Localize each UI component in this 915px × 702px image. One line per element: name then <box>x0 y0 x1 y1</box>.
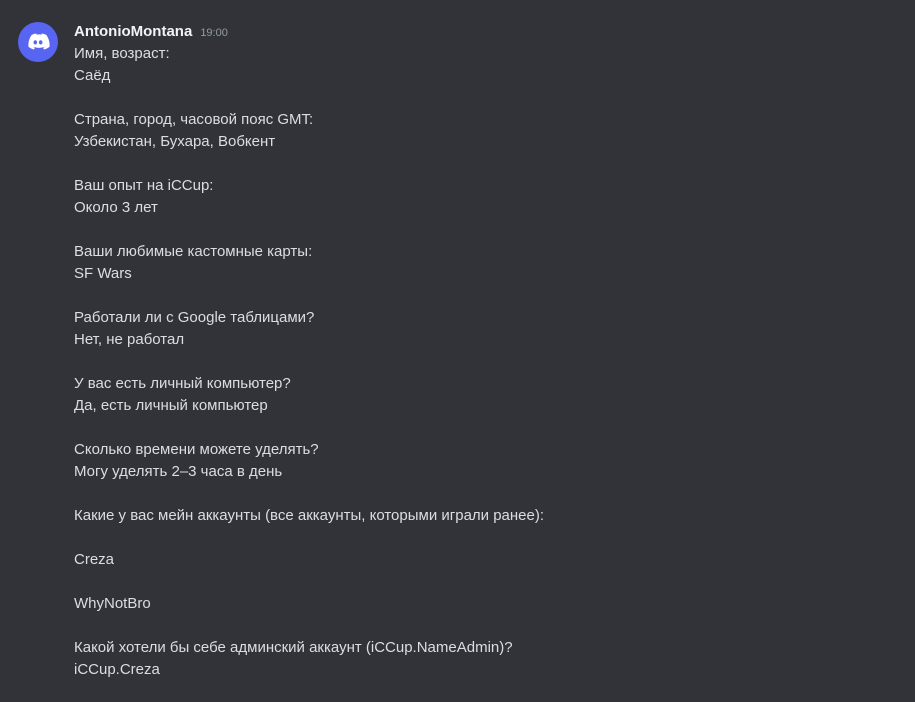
account-whynotbro: WhyNotBro <box>74 595 151 612</box>
timestamp[interactable]: 19:00 <box>200 23 228 43</box>
avatar[interactable] <box>18 22 58 62</box>
answer-admin-account: iCCup.Creza <box>74 661 160 678</box>
discord-logo-icon <box>28 33 50 50</box>
answer-experience: Около 3 лет <box>74 199 158 216</box>
question-experience: Ваш опыт на iCCup: <box>74 177 214 194</box>
question-computer: У вас есть личный компьютер? <box>74 375 291 392</box>
question-favorite-maps: Ваши любимые кастомные карты: <box>74 243 313 260</box>
chat-message: AntonioMontana 19:00 Имя, возраст: Саёд … <box>0 0 915 702</box>
answer-google-sheets: Нет, не работал <box>74 331 185 348</box>
answer-name-age: Саёд <box>74 67 111 84</box>
question-time: Сколько времени можете уделять? <box>74 441 319 458</box>
question-location: Страна, город, часовой пояс GMT: <box>74 111 314 128</box>
question-admin-account: Какой хотели бы себе админский аккаунт (… <box>74 639 513 656</box>
account-creza: Creza <box>74 551 115 568</box>
message-header: AntonioMontana 19:00 <box>74 22 228 42</box>
answer-location: Узбекистан, Бухара, Вобкент <box>74 133 276 150</box>
username[interactable]: AntonioMontana <box>74 22 192 42</box>
answer-computer: Да, есть личный компьютер <box>74 397 268 414</box>
answer-favorite-maps: SF Wars <box>74 265 132 282</box>
answer-time: Могу уделять 2–3 часа в день <box>74 463 283 480</box>
question-main-accounts: Какие у вас мейн аккаунты (все аккаунты,… <box>74 507 545 524</box>
question-name-age: Имя, возраст: <box>74 45 170 62</box>
message-content: Имя, возраст: Саёд Страна, город, часово… <box>74 43 894 681</box>
question-google-sheets: Работали ли с Google таблицами? <box>74 309 315 326</box>
